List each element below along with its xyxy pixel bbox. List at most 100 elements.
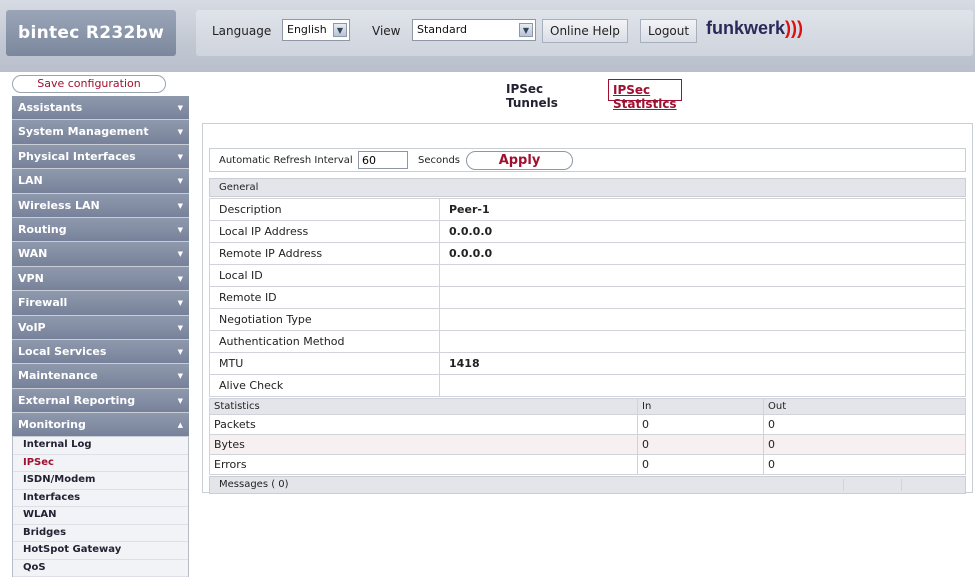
submenu-item-bridges[interactable]: Bridges (13, 525, 188, 543)
refresh-interval-input[interactable] (358, 151, 408, 169)
table-row: Alive Check (209, 374, 966, 397)
field-value: 0.0.0.0 (439, 242, 966, 265)
menu-label: Maintenance (18, 369, 98, 383)
submenu-item-hotspot-gateway[interactable]: HotSpot Gateway (13, 542, 188, 560)
chevron-down-icon: ▼ (177, 225, 183, 234)
refresh-interval-label: Automatic Refresh Interval (219, 155, 353, 166)
logout-button[interactable]: Logout (640, 19, 698, 43)
main-menu: Assistants ▼ System Management ▼ Physical … (12, 96, 189, 578)
menu-item-voip[interactable]: VoIP ▼ (12, 315, 189, 340)
view-select[interactable]: Standard ▼ (412, 19, 536, 41)
field-value: Peer-1 (439, 198, 966, 221)
menu-label: VPN (18, 271, 44, 285)
stat-in-value: 0 (637, 414, 764, 435)
brand-logo: bintec R232bw (6, 10, 176, 56)
tab-ipsec-tunnels[interactable]: IPSec Tunnels (502, 79, 562, 110)
column-header-in: In (637, 398, 764, 415)
table-row: Packets 0 0 (209, 414, 966, 435)
menu-item-wan[interactable]: WAN ▼ (12, 242, 189, 267)
menu-item-wireless-lan[interactable]: Wireless LAN ▼ (12, 193, 189, 218)
logo-text: funkwerk (706, 18, 786, 38)
funkwerk-logo: funkwerk))) (706, 18, 803, 39)
chevron-down-icon: ▼ (177, 201, 183, 210)
monitoring-submenu: Internal Log IPSec ISDN/Modem Interfaces… (12, 437, 189, 578)
header: bintec R232bw Language English ▼ View St… (0, 0, 975, 72)
field-label: Remote ID (209, 286, 440, 309)
field-value (439, 308, 966, 331)
menu-item-vpn[interactable]: VPN ▼ (12, 266, 189, 292)
apply-button[interactable]: Apply (466, 151, 573, 170)
table-row: MTU 1418 (209, 352, 966, 375)
menu-item-system-management[interactable]: System Management ▼ (12, 120, 189, 145)
menu-item-maintenance[interactable]: Maintenance ▼ (12, 364, 189, 389)
stat-out-value: 0 (763, 454, 966, 475)
menu-label: Firewall (18, 296, 68, 310)
menu-item-firewall[interactable]: Firewall ▼ (12, 291, 189, 316)
submenu-item-wlan[interactable]: WLAN (13, 507, 188, 525)
chevron-down-icon: ▼ (333, 23, 347, 37)
chevron-down-icon: ▼ (177, 299, 183, 308)
menu-item-physical-interfaces[interactable]: Physical Interfaces ▼ (12, 144, 189, 170)
field-label: Local IP Address (209, 220, 440, 243)
menu-item-routing[interactable]: Routing ▼ (12, 217, 189, 243)
menu-label: Monitoring (18, 418, 86, 432)
menu-item-monitoring[interactable]: Monitoring ▲ (12, 413, 189, 438)
field-label: Remote IP Address (209, 242, 440, 265)
chevron-down-icon: ▼ (177, 372, 183, 381)
field-label: Alive Check (209, 374, 440, 397)
menu-item-lan[interactable]: LAN ▼ (12, 169, 189, 194)
chevron-down-icon: ▼ (177, 250, 183, 259)
menu-label: VoIP (18, 320, 46, 334)
menu-label: Wireless LAN (18, 198, 100, 212)
chevron-down-icon: ▼ (177, 347, 183, 356)
chevron-down-icon: ▼ (177, 177, 183, 186)
stat-in-value: 0 (637, 454, 764, 475)
chevron-up-icon: ▲ (177, 421, 183, 430)
menu-item-local-services[interactable]: Local Services ▼ (12, 339, 189, 365)
messages-divider (843, 479, 899, 491)
menu-label: Local Services (18, 344, 107, 358)
menu-label: Routing (18, 222, 67, 236)
refresh-unit-label: Seconds (418, 155, 461, 166)
statistics-header: Statistics (209, 398, 638, 415)
statistics-table: Statistics In Out Packets 0 0 Bytes 0 0 … (209, 398, 966, 475)
messages-bar: Messages ( 0) (209, 476, 966, 494)
menu-label: External Reporting (18, 393, 136, 407)
submenu-item-isdn-modem[interactable]: ISDN/Modem (13, 472, 188, 490)
menu-label: Physical Interfaces (18, 149, 136, 163)
stat-out-value: 0 (763, 434, 966, 455)
view-label: View (372, 24, 401, 38)
chevron-down-icon: ▼ (177, 396, 183, 405)
submenu-item-internal-log[interactable]: Internal Log (13, 437, 188, 455)
table-row: Bytes 0 0 (209, 434, 966, 455)
brand-name: bintec R232bw (18, 23, 165, 43)
tab-ipsec-statistics[interactable]: IPSec Statistics (608, 79, 682, 111)
chevron-down-icon: ▼ (177, 128, 183, 137)
field-value: 1418 (439, 352, 966, 375)
menu-item-assistants[interactable]: Assistants ▼ (12, 96, 189, 121)
save-configuration-button[interactable]: Save configuration (12, 75, 166, 93)
table-row: Authentication Method (209, 330, 966, 353)
field-label: Negotiation Type (209, 308, 440, 331)
stat-out-value: 0 (763, 414, 966, 435)
field-label: Authentication Method (209, 330, 440, 353)
table-row: Local ID (209, 264, 966, 287)
stat-label: Packets (209, 414, 638, 435)
content-panel: Automatic Refresh Interval Seconds Apply… (202, 123, 973, 494)
language-value: English (287, 23, 327, 36)
language-label: Language (212, 24, 272, 38)
menu-label: Assistants (18, 101, 83, 114)
messages-label: Messages ( 0) (219, 479, 289, 490)
language-select[interactable]: English ▼ (282, 19, 350, 41)
field-value (439, 374, 966, 397)
menu-item-external-reporting[interactable]: External Reporting ▼ (12, 388, 189, 414)
online-help-button[interactable]: Online Help (542, 19, 628, 43)
stat-label: Bytes (209, 434, 638, 455)
submenu-item-interfaces[interactable]: Interfaces (13, 490, 188, 508)
submenu-item-qos[interactable]: QoS (13, 560, 188, 578)
table-row: Remote ID (209, 286, 966, 309)
stat-label: Errors (209, 454, 638, 475)
menu-label: WAN (18, 247, 48, 261)
submenu-item-ipsec[interactable]: IPSec (13, 455, 188, 473)
top-toolbar: Language English ▼ View Standard ▼ Onlin… (196, 10, 973, 56)
